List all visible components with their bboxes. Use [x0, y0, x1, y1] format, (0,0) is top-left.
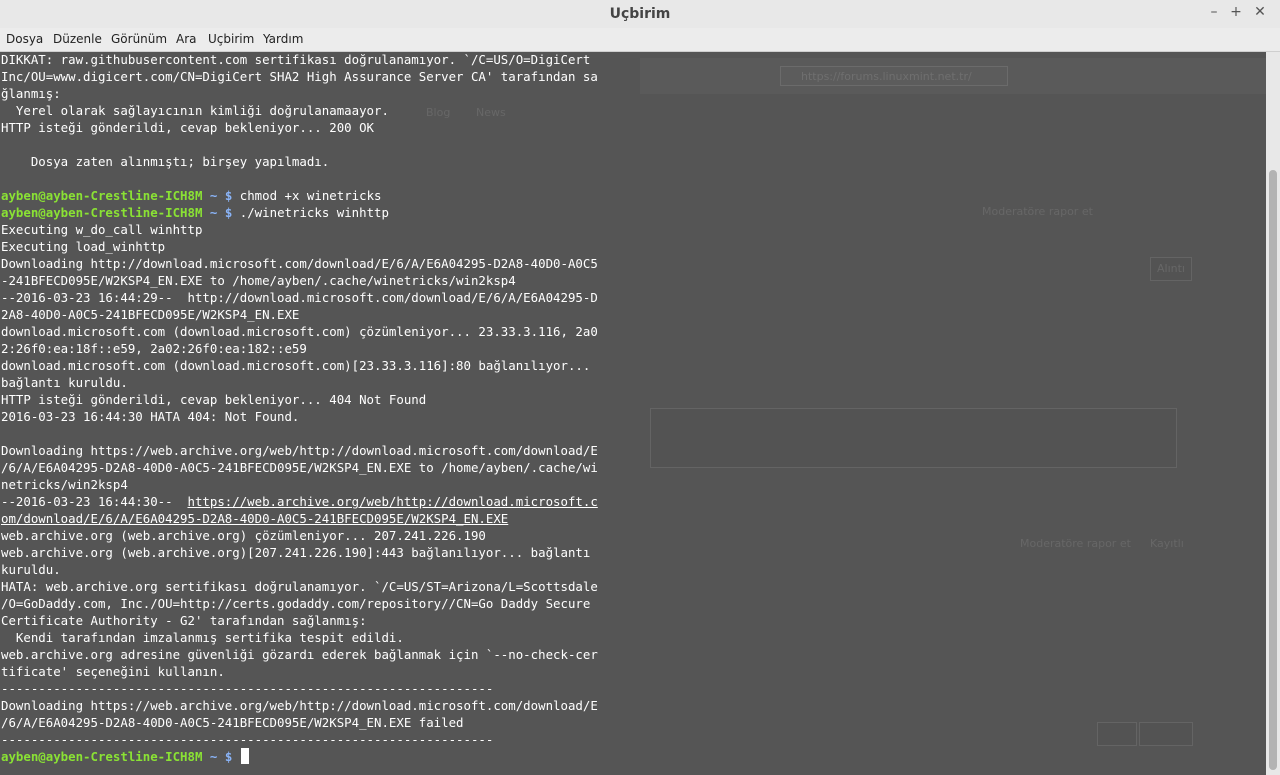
menu-duzenle[interactable]: Düzenle [53, 32, 102, 46]
terminal-line: web.archive.org (web.archive.org)[207.24… [1, 545, 591, 560]
window-title: Uçbirim [609, 6, 671, 22]
terminal-line: Kendi tarafından imzalanmış sertifika te… [1, 630, 404, 645]
terminal-line: HTTP isteği gönderildi, cevap bekleniyor… [1, 120, 374, 135]
menu-bar: Dosya Düzenle Görünüm Ara Uçbirim Yardım [0, 28, 1280, 52]
terminal-line: HATA: web.archive.org sertifikası doğrul… [1, 579, 598, 594]
terminal-line: Downloading https://web.archive.org/web/… [1, 698, 598, 713]
terminal-line: download.microsoft.com (download.microso… [1, 358, 591, 373]
terminal-line: ----------------------------------------… [1, 681, 494, 696]
terminal-line: web.archive.org adresine güvenliği gözar… [1, 647, 598, 662]
terminal-line: Certificate Authority - G2' tarafından s… [1, 613, 367, 628]
terminal-line: /O=GoDaddy.com, Inc./OU=http://certs.god… [1, 596, 591, 611]
terminal-cursor [240, 748, 249, 764]
terminal-line: --2016-03-23 16:44:30-- [1, 494, 188, 509]
prompt-symbol: $ [224, 188, 233, 203]
close-icon[interactable]: ✕ [1252, 4, 1268, 20]
menu-yardim[interactable]: Yardım [263, 32, 303, 46]
background-text: Alıntı [1157, 262, 1185, 275]
terminal-url-link[interactable]: om/download/E/6/A/E6A04295-D2A8-40D0-A0C… [1, 511, 508, 526]
terminal-line: Dosya zaten alınmıştı; birşey yapılmadı. [1, 154, 330, 169]
title-bar: Uçbirim – + ✕ [0, 0, 1280, 29]
terminal-line: tificate' seçeneğini kullanın. [1, 664, 225, 679]
prompt-user-host: ayben@ayben-Crestline-ICH8M [1, 188, 203, 203]
terminal-line: web.archive.org (web.archive.org) çözüml… [1, 528, 486, 543]
prompt-user-host: ayben@ayben-Crestline-ICH8M [1, 205, 203, 220]
prompt-symbol: $ [224, 749, 233, 764]
terminal-line: Inc/OU=www.digicert.com/CN=DigiCert SHA2… [1, 69, 598, 84]
terminal-line: Executing w_do_call winhttp [1, 222, 203, 237]
terminal-output[interactable]: DIKKAT: raw.githubusercontent.com sertif… [1, 51, 651, 765]
prompt-dir: ~ [209, 205, 218, 220]
terminal-line: ğlanmış: [1, 86, 61, 101]
scrollbar-thumb[interactable] [1269, 170, 1277, 770]
background-text: Moderatöre rapor et [982, 205, 1093, 218]
menu-dosya[interactable]: Dosya [6, 32, 43, 46]
menu-ucbirim[interactable]: Uçbirim [208, 32, 254, 46]
terminal-line: 2016-03-23 16:44:30 HATA 404: Not Found. [1, 409, 300, 424]
background-text: Moderatöre rapor et [1020, 537, 1131, 550]
background-button [1139, 722, 1193, 746]
terminal-line: /6/A/E6A04295-D2A8-40D0-A0C5-241BFECD095… [1, 460, 598, 475]
prompt-dir: ~ [209, 188, 218, 203]
terminal-line: ----------------------------------------… [1, 732, 494, 747]
maximize-icon[interactable]: + [1228, 4, 1244, 20]
prompt-dir: ~ [209, 749, 218, 764]
background-url-bar: https://forums.linuxmint.net.tr/ [780, 66, 1008, 86]
menu-ara[interactable]: Ara [176, 32, 197, 46]
terminal-line: kuruldu. [1, 562, 61, 577]
command-text: ./winetricks winhttp [239, 205, 389, 220]
prompt-user-host: ayben@ayben-Crestline-ICH8M [1, 749, 203, 764]
terminal-line: Yerel olarak sağlayıcının kimliği doğrul… [1, 103, 389, 118]
terminal-line: -241BFECD095E/W2KSP4_EN.EXE to /home/ayb… [1, 273, 516, 288]
terminal-scrollbar[interactable] [1266, 52, 1280, 775]
terminal-line: /6/A/E6A04295-D2A8-40D0-A0C5-241BFECD095… [1, 715, 464, 730]
terminal-line: 2A8-40D0-A0C5-241BFECD095E/W2KSP4_EN.EXE [1, 307, 300, 322]
terminal-line: 2:26f0:ea:18f::e59, 2a02:26f0:ea:182::e5… [1, 341, 307, 356]
background-code-box [650, 408, 1177, 468]
terminal-line: Downloading http://download.microsoft.co… [1, 256, 598, 271]
terminal-line: DIKKAT: raw.githubusercontent.com sertif… [1, 52, 591, 67]
terminal-line: HTTP isteği gönderildi, cevap bekleniyor… [1, 392, 427, 407]
terminal-line: --2016-03-23 16:44:29-- http://download.… [1, 290, 598, 305]
terminal-url-link[interactable]: https://web.archive.org/web/http://downl… [188, 494, 598, 509]
background-button [1097, 722, 1137, 746]
background-text: Kayıtlı [1150, 537, 1184, 550]
minimize-icon[interactable]: – [1206, 4, 1222, 20]
terminal-line: download.microsoft.com (download.microso… [1, 324, 598, 339]
menu-gorunum[interactable]: Görünüm [111, 32, 167, 46]
command-text: chmod +x winetricks [239, 188, 382, 203]
prompt-symbol: $ [224, 205, 233, 220]
terminal-line: Executing load_winhttp [1, 239, 166, 254]
terminal-line: bağlantı kuruldu. [1, 375, 128, 390]
terminal-line: Downloading https://web.archive.org/web/… [1, 443, 598, 458]
terminal-line: netricks/win2ksp4 [1, 477, 128, 492]
